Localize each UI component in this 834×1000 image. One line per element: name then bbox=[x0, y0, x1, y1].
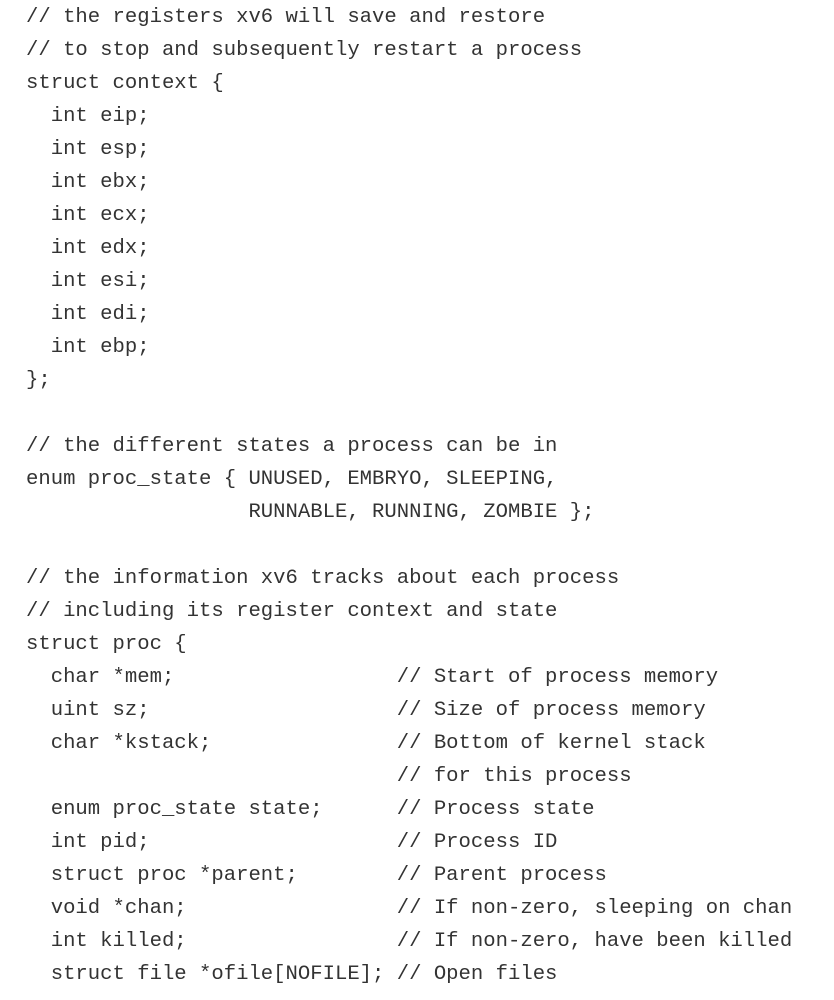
code-line: int edx; bbox=[26, 237, 150, 260]
code-line: // to stop and subsequently restart a pr… bbox=[26, 39, 583, 62]
code-line: struct context { bbox=[26, 72, 224, 95]
code-line: // for this process bbox=[26, 765, 632, 788]
code-line: }; bbox=[26, 369, 51, 392]
code-line: uint sz; // Size of process memory bbox=[26, 699, 706, 722]
code-line: int killed; // If non-zero, have been ki… bbox=[26, 930, 793, 953]
code-line: struct proc *parent; // Parent process bbox=[26, 864, 607, 887]
code-line: enum proc_state { UNUSED, EMBRYO, SLEEPI… bbox=[26, 468, 558, 491]
code-line: struct file *ofile[NOFILE]; // Open file… bbox=[26, 963, 558, 986]
code-line: // the registers xv6 will save and resto… bbox=[26, 6, 546, 29]
code-line: // including its register context and st… bbox=[26, 600, 558, 623]
code-line: int pid; // Process ID bbox=[26, 831, 558, 854]
code-line: int edi; bbox=[26, 303, 150, 326]
code-line: int esi; bbox=[26, 270, 150, 293]
code-line: int eip; bbox=[26, 105, 150, 128]
code-listing: // the registers xv6 will save and resto… bbox=[26, 1, 792, 991]
code-line: char *mem; // Start of process memory bbox=[26, 666, 719, 689]
code-line: // the information xv6 tracks about each… bbox=[26, 567, 620, 590]
code-line: struct proc { bbox=[26, 633, 187, 656]
code-line: char *kstack; // Bottom of kernel stack bbox=[26, 732, 706, 755]
code-line: int ebp; bbox=[26, 336, 150, 359]
code-line: void *chan; // If non-zero, sleeping on … bbox=[26, 897, 793, 920]
code-line: enum proc_state state; // Process state bbox=[26, 798, 595, 821]
code-line: int ebx; bbox=[26, 171, 150, 194]
code-line: RUNNABLE, RUNNING, ZOMBIE }; bbox=[26, 501, 595, 524]
code-line: int ecx; bbox=[26, 204, 150, 227]
code-line: int esp; bbox=[26, 138, 150, 161]
code-line: // the different states a process can be… bbox=[26, 435, 558, 458]
